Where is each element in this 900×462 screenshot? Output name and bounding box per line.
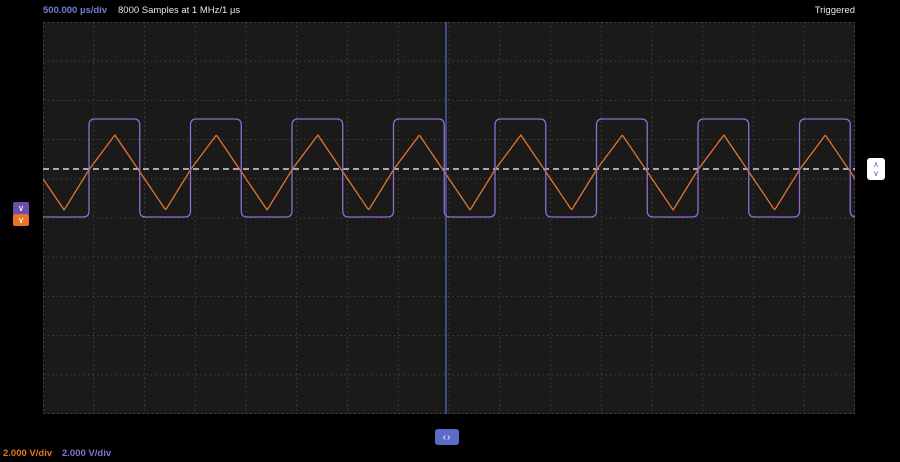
horizontal-pan-control[interactable]: ‹› [435,429,459,445]
trigger-status-label: Triggered [814,5,855,16]
left-right-chevron-icon: ‹› [442,431,452,443]
chevron-down-icon: ∨ [873,169,879,178]
ch1-scale-label[interactable]: 2.000 V/div [3,446,52,462]
top-status-bar: 500.000 µs/div 8000 Samples at 1 MHz/1 µ… [0,0,900,22]
channel-scale-bar: 2.000 V/div 2.000 V/div [0,446,900,462]
ch1-offset-marker[interactable]: ∨ [13,214,29,226]
trigger-level-control[interactable]: ∧ ∨ [867,158,885,180]
chevron-down-icon: ∨ [17,214,25,225]
ch2-scale-label[interactable]: 2.000 V/div [62,446,111,462]
waveform-plot-area[interactable] [43,22,855,414]
timebase-label[interactable]: 500.000 µs/div [43,0,107,22]
chevron-up-icon: ∧ [873,160,879,169]
chevron-down-icon: ∨ [17,203,25,213]
oscilloscope-display: 500.000 µs/div 8000 Samples at 1 MHz/1 µ… [0,0,900,462]
waveform-canvas [43,22,855,414]
sample-rate-label: 8000 Samples at 1 MHz/1 µs [118,5,241,16]
